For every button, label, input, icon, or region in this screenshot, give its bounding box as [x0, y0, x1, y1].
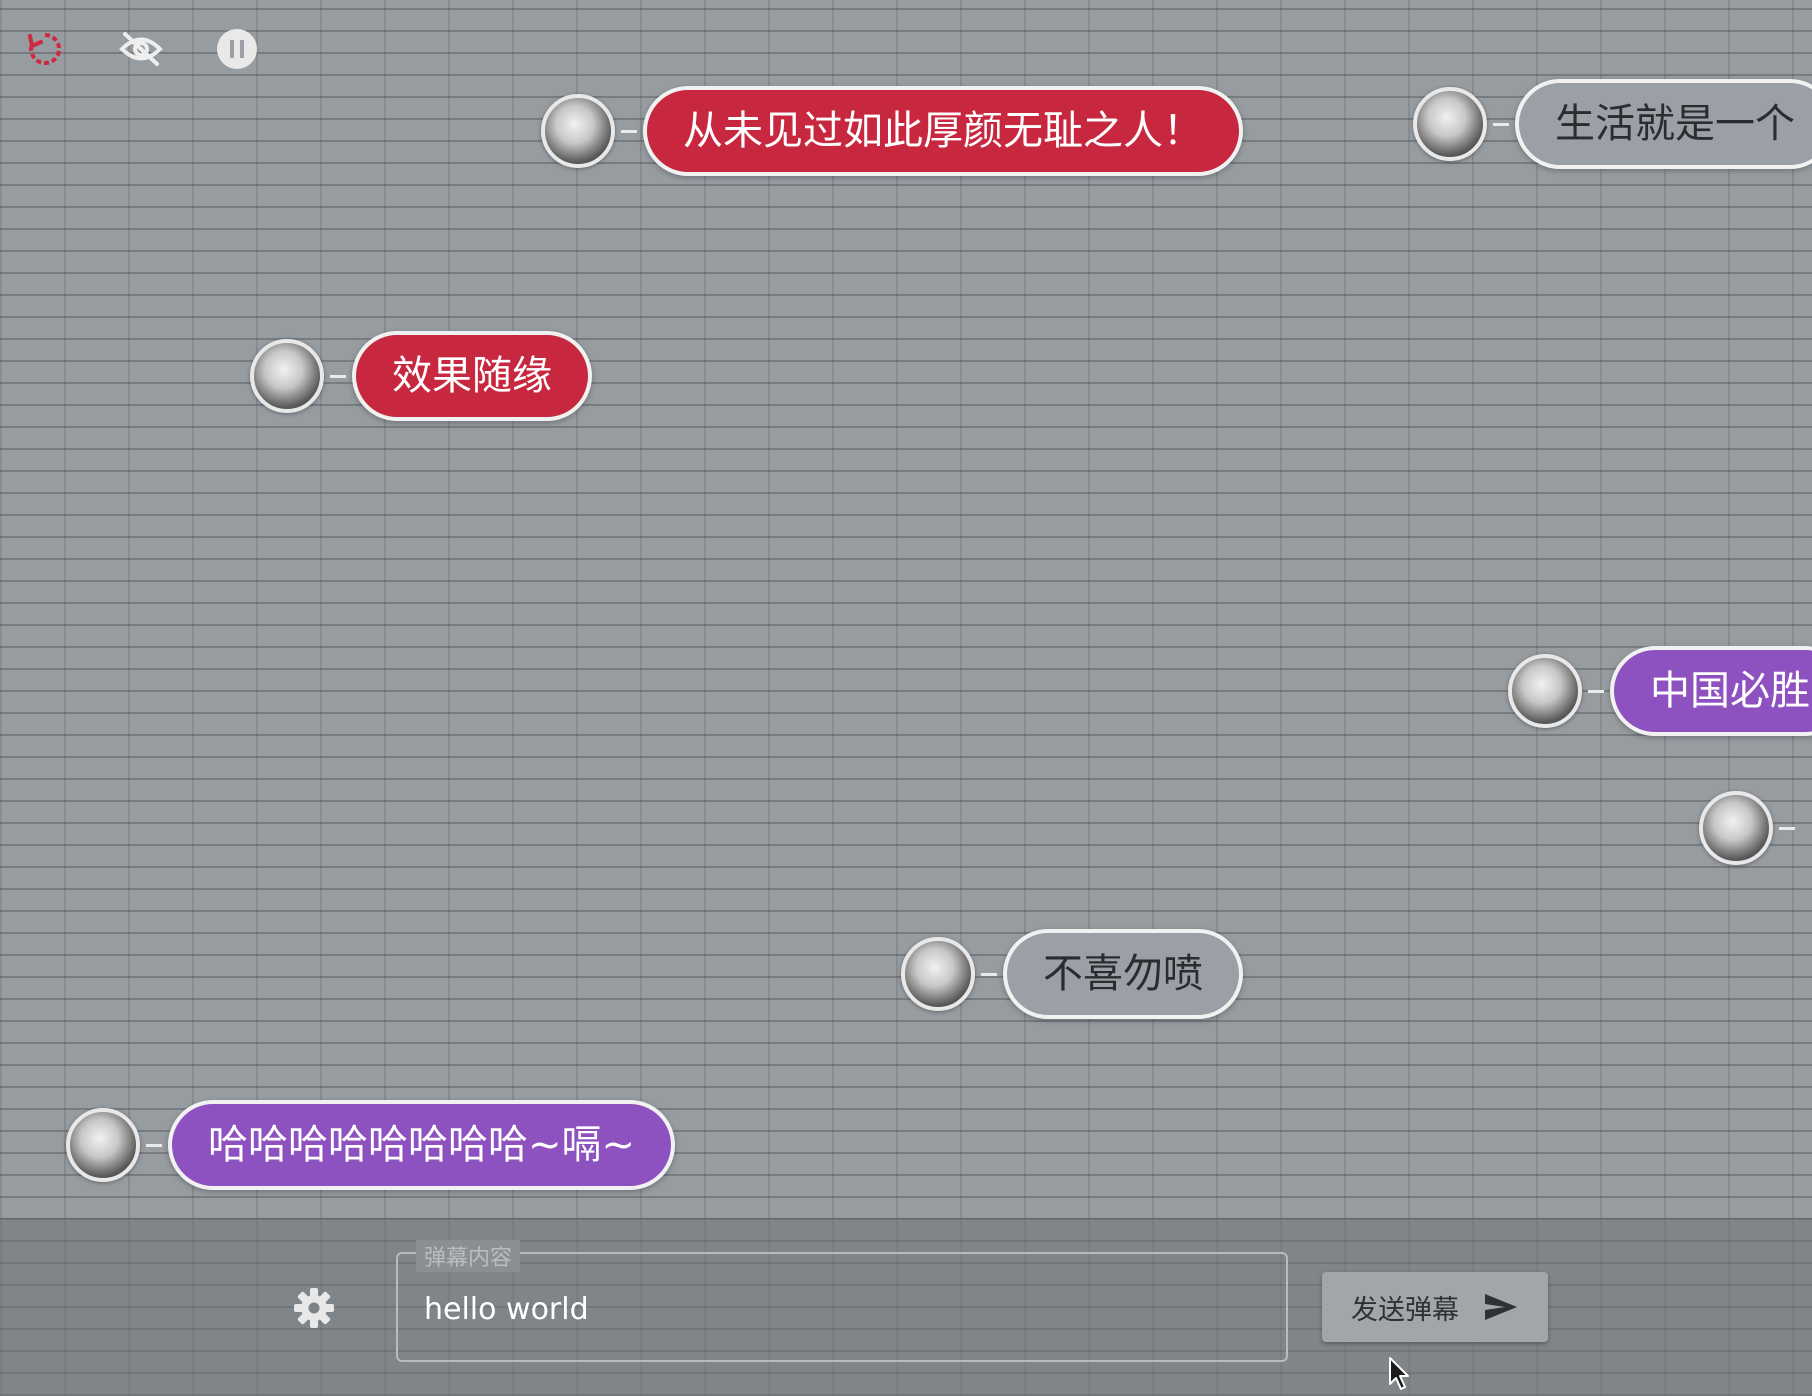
mouse-cursor-icon — [1388, 1356, 1412, 1396]
send-icon — [1485, 1294, 1517, 1320]
top-controls — [20, 24, 262, 74]
connector-line — [146, 1143, 162, 1147]
danmaku-item: 效果随缘 — [250, 331, 592, 421]
danmaku-item: 哈哈哈哈哈哈哈哈~嗝~ — [66, 1100, 676, 1190]
avatar — [541, 94, 615, 168]
danmaku-item: 中国必胜 — [1508, 646, 1812, 736]
danmaku-bubble: 不喜勿喷 — [1003, 929, 1243, 1019]
danmaku-stage: 从未见过如此厚颜无耻之人！ 生活就是一个 效果随缘 中国必胜 不喜勿喷 哈哈哈哈… — [0, 0, 1812, 1396]
input-legend: 弹幕内容 — [416, 1240, 521, 1272]
danmaku-item: 从未见过如此厚颜无耻之人！ — [541, 86, 1243, 176]
send-button-label: 发送弹幕 — [1351, 1294, 1459, 1326]
danmaku-item: 不喜勿喷 — [901, 929, 1243, 1019]
danmaku-bubble: 效果随缘 — [352, 331, 592, 421]
eye-off-icon[interactable] — [116, 24, 166, 74]
connector-line — [1588, 689, 1604, 693]
connector-line — [621, 129, 637, 133]
danmaku-item: 生活就是一个 — [1413, 79, 1812, 169]
danmaku-bubble: 中国必胜 — [1610, 646, 1812, 736]
avatar — [66, 1108, 140, 1182]
avatar — [901, 937, 975, 1011]
pause-icon[interactable] — [212, 24, 262, 74]
connector-line — [1779, 826, 1795, 830]
danmaku-bubble: 哈哈哈哈哈哈哈哈~嗝~ — [168, 1100, 676, 1190]
danmaku-item — [1699, 791, 1801, 865]
send-danmaku-button[interactable]: 发送弹幕 — [1322, 1272, 1548, 1342]
connector-line — [981, 972, 997, 976]
gear-icon[interactable] — [292, 1286, 336, 1330]
danmaku-input[interactable] — [422, 1284, 1266, 1334]
avatar — [250, 339, 324, 413]
avatar — [1508, 654, 1582, 728]
connector-line — [1493, 122, 1509, 126]
danmaku-input-field: 弹幕内容 — [396, 1240, 1288, 1362]
avatar — [1699, 791, 1773, 865]
connector-line — [330, 374, 346, 378]
danmaku-bubble: 生活就是一个 — [1515, 79, 1812, 169]
replay-icon[interactable] — [20, 24, 70, 74]
danmaku-bubble: 从未见过如此厚颜无耻之人！ — [643, 86, 1243, 176]
avatar — [1413, 87, 1487, 161]
